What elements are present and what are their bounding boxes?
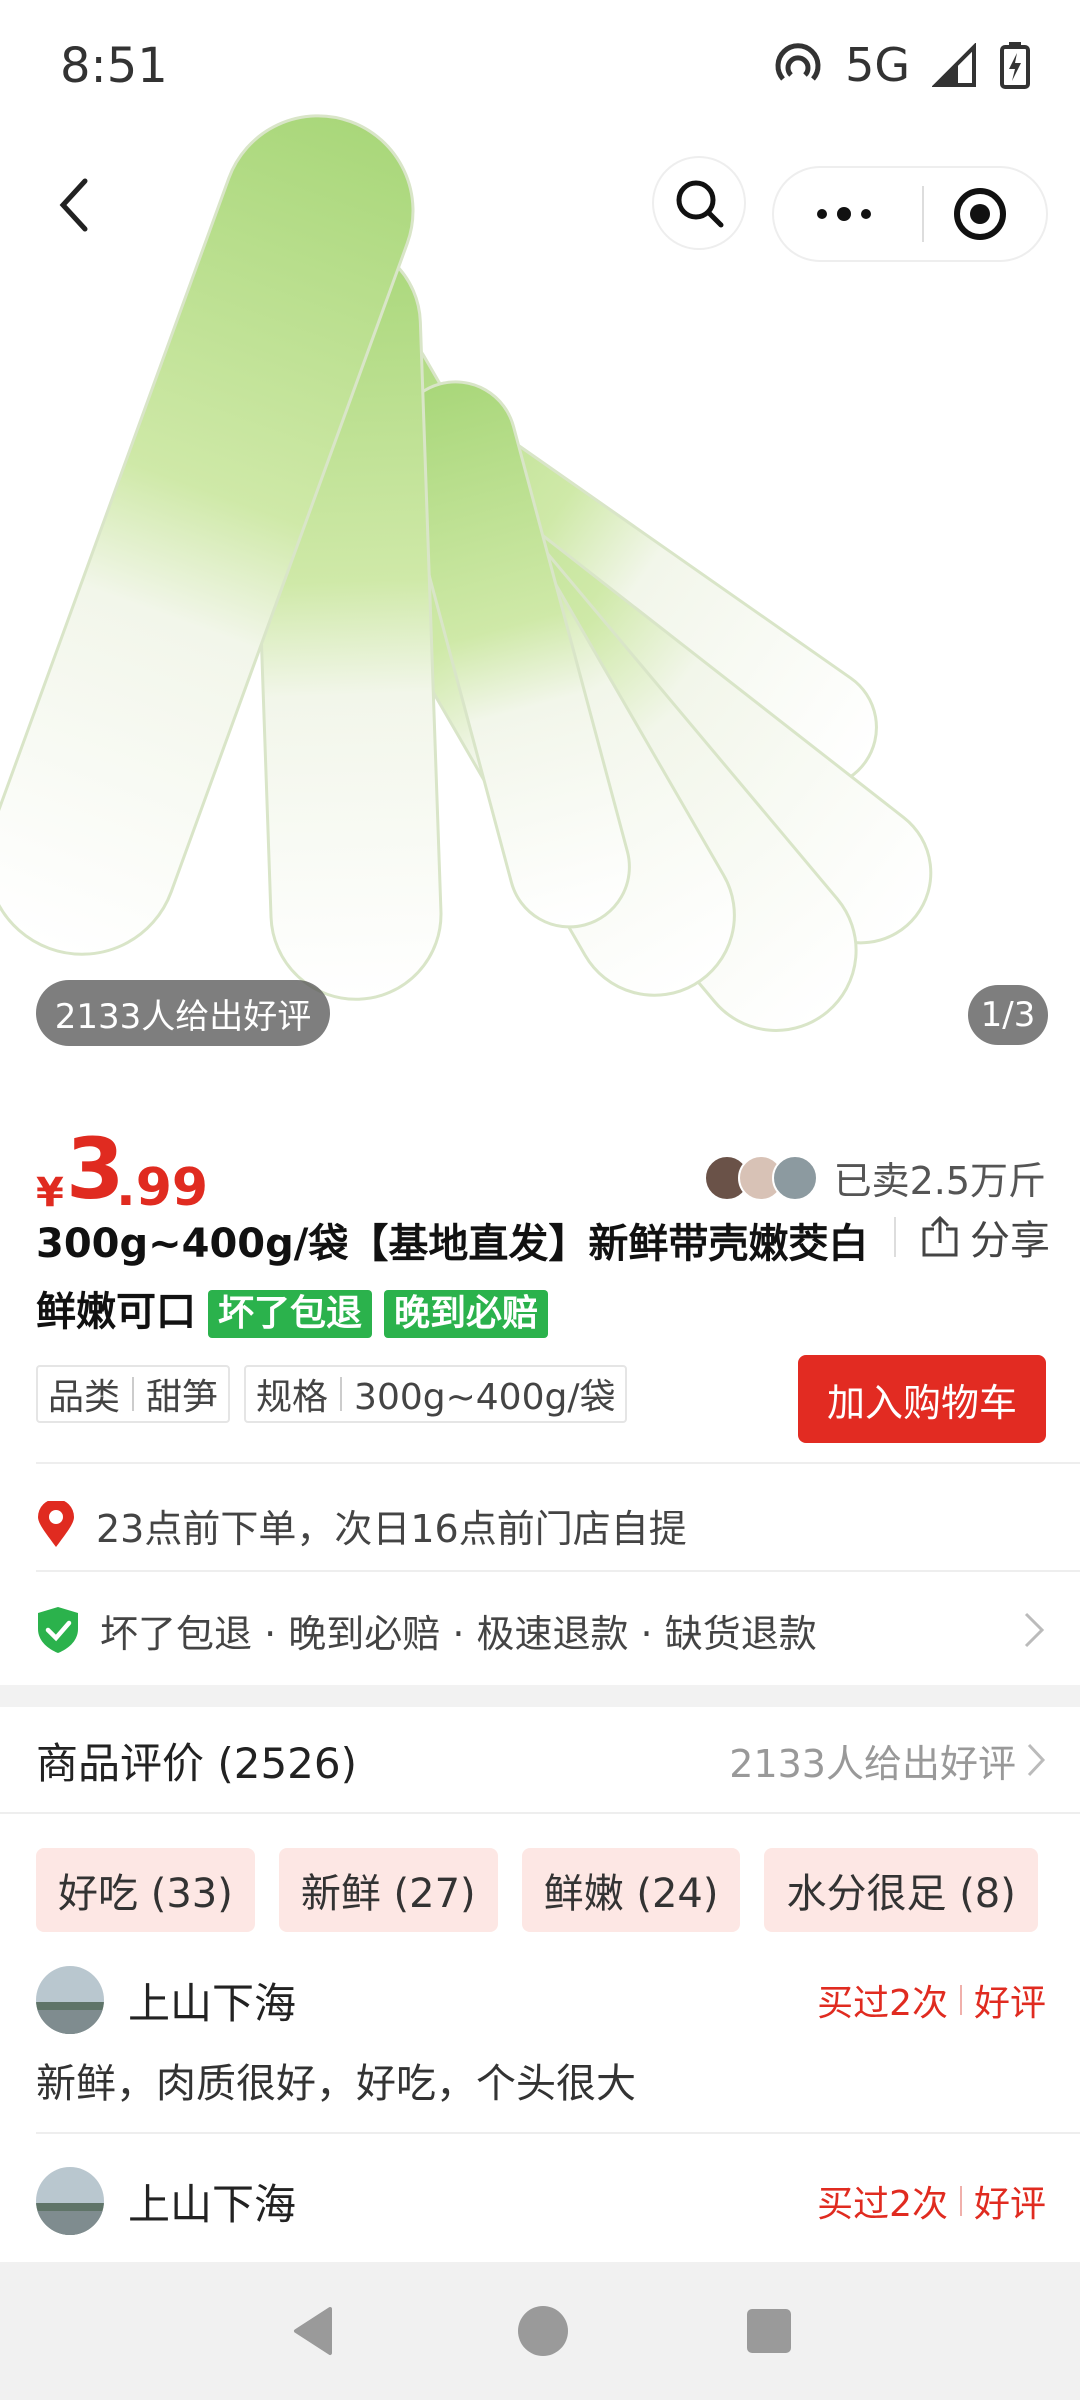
review-tag-chip[interactable]: 鲜嫩 (24) (521, 1848, 741, 1932)
add-to-cart-button[interactable]: 加入购物车 (798, 1355, 1046, 1443)
avatar (771, 1154, 818, 1201)
tag-late-compensation: 晚到必赔 (384, 1290, 549, 1338)
meta-divider (959, 1985, 962, 2015)
search-icon (676, 180, 724, 228)
sold-info: 已卖2.5万斤 (703, 1150, 1046, 1205)
attr-divider (340, 1377, 343, 1411)
rating-pill: 2133人给出好评 (36, 980, 330, 1046)
divider (36, 1462, 1080, 1464)
review-header: 上山下海 买过2次 好评 (36, 1965, 1046, 2035)
review-tag-list: 好吃 (33) 新鲜 (27) 鲜嫩 (24) 水分很足 (8) (36, 1848, 1038, 1932)
target-icon (954, 188, 1006, 240)
mini-program-capsule (772, 166, 1048, 262)
search-button[interactable] (652, 156, 746, 250)
chevron-right-icon (1027, 1743, 1046, 1777)
product-title: 300g~400g/袋【基地直发】新鲜带壳嫩茭白鲜嫩可口 坏了包退 晚到必赔 (36, 1210, 906, 1346)
share-divider (894, 1217, 896, 1257)
attribute-category: 品类 甜笋 (36, 1365, 231, 1423)
capsule-divider (922, 186, 924, 242)
divider (0, 1812, 1080, 1814)
buyer-avatars (703, 1154, 818, 1201)
review-item[interactable]: 上山下海 买过2次 好评 (36, 2166, 1046, 2236)
review-rating: 好评 (973, 2184, 1046, 2225)
attr-key: 规格 (256, 1377, 329, 1418)
review-meta: 买过2次 好评 (817, 1974, 1046, 2026)
close-mini-program-button[interactable] (952, 186, 1008, 242)
purchase-count: 买过2次 (817, 2184, 948, 2225)
chevron-left-icon (59, 178, 88, 232)
purchase-count: 买过2次 (817, 1983, 948, 2024)
back-button[interactable] (40, 170, 110, 240)
reviews-title: 商品评价 (2526) (36, 1738, 358, 1788)
top-nav-bar (0, 150, 1080, 262)
network-label: 5G (845, 38, 910, 92)
shield-check-icon (38, 1607, 78, 1653)
more-dots-icon (817, 207, 871, 221)
reviews-header[interactable]: 商品评价 (2526) 2133人给出好评 (36, 1710, 1046, 1810)
nav-back-button[interactable] (286, 2303, 342, 2359)
tag-free-return: 坏了包退 (208, 1290, 373, 1338)
guarantee-row[interactable]: 坏了包退 · 晚到必赔 · 极速退款 · 缺货退款 (36, 1580, 1046, 1680)
review-text: 新鲜，肉质很好，好吃，个头很大 (36, 2061, 636, 2107)
attr-value: 300g~400g/袋 (354, 1377, 616, 1418)
status-icons: 5G (773, 38, 1030, 92)
attribute-spec: 规格 300g~400g/袋 (244, 1365, 628, 1423)
meta-divider (959, 2186, 962, 2216)
battery-icon (1000, 42, 1030, 89)
signal-icon (932, 43, 976, 87)
review-header: 上山下海 买过2次 好评 (36, 2166, 1046, 2236)
attr-key: 品类 (48, 1377, 121, 1418)
attr-divider (132, 1377, 135, 1411)
attribute-list: 品类 甜笋 规格 300g~400g/袋 (36, 1365, 628, 1423)
divider (36, 1570, 1080, 1572)
delivery-row: 23点前下单，次日16点前门店自提 (36, 1480, 1046, 1570)
status-time: 8:51 (60, 38, 168, 94)
attr-value: 甜笋 (146, 1377, 219, 1418)
reviews-summary: 2133人给出好评 (729, 1741, 1016, 1786)
review-meta: 买过2次 好评 (817, 2175, 1046, 2227)
divider (36, 2132, 1080, 2134)
more-button[interactable] (774, 207, 894, 221)
nav-recents-button[interactable] (744, 2306, 794, 2356)
section-separator (0, 1685, 1080, 1707)
delivery-text: 23点前下单，次日16点前门店自提 (96, 1506, 687, 1551)
status-bar: 8:51 5G (0, 0, 1080, 130)
landscape-avatar-image (36, 2167, 104, 2235)
review-tag-chip[interactable]: 水分很足 (8) (764, 1848, 1038, 1932)
system-nav-bar (0, 2262, 1080, 2400)
nav-home-button[interactable] (515, 2303, 571, 2359)
guarantee-text: 坏了包退 · 晚到必赔 · 极速退款 · 缺货退款 (100, 1611, 817, 1656)
review-item[interactable]: 上山下海 买过2次 好评 新鲜，肉质很好，好吃，个头很大 (36, 1965, 1046, 2109)
review-tag-chip[interactable]: 好吃 (33) (36, 1848, 255, 1932)
avatar (36, 2167, 104, 2235)
hotspot-icon (775, 43, 821, 81)
reviewer-name: 上山下海 (128, 2179, 297, 2229)
price-decimal: .99 (116, 1158, 209, 1218)
location-pin-icon (38, 1501, 74, 1547)
chevron-right-icon (1024, 1612, 1045, 1648)
reviewer-name: 上山下海 (128, 1978, 297, 2028)
avatar (36, 1966, 104, 2034)
review-tag-chip[interactable]: 新鲜 (27) (278, 1848, 498, 1932)
image-page-indicator: 1/3 (968, 985, 1048, 1045)
share-icon (922, 1215, 958, 1257)
share-button[interactable]: 分享 (894, 1208, 1050, 1266)
sold-count: 已卖2.5万斤 (833, 1159, 1046, 1203)
landscape-avatar-image (36, 1966, 104, 2034)
share-label: 分享 (970, 1218, 1050, 1264)
review-rating: 好评 (973, 1983, 1046, 2024)
